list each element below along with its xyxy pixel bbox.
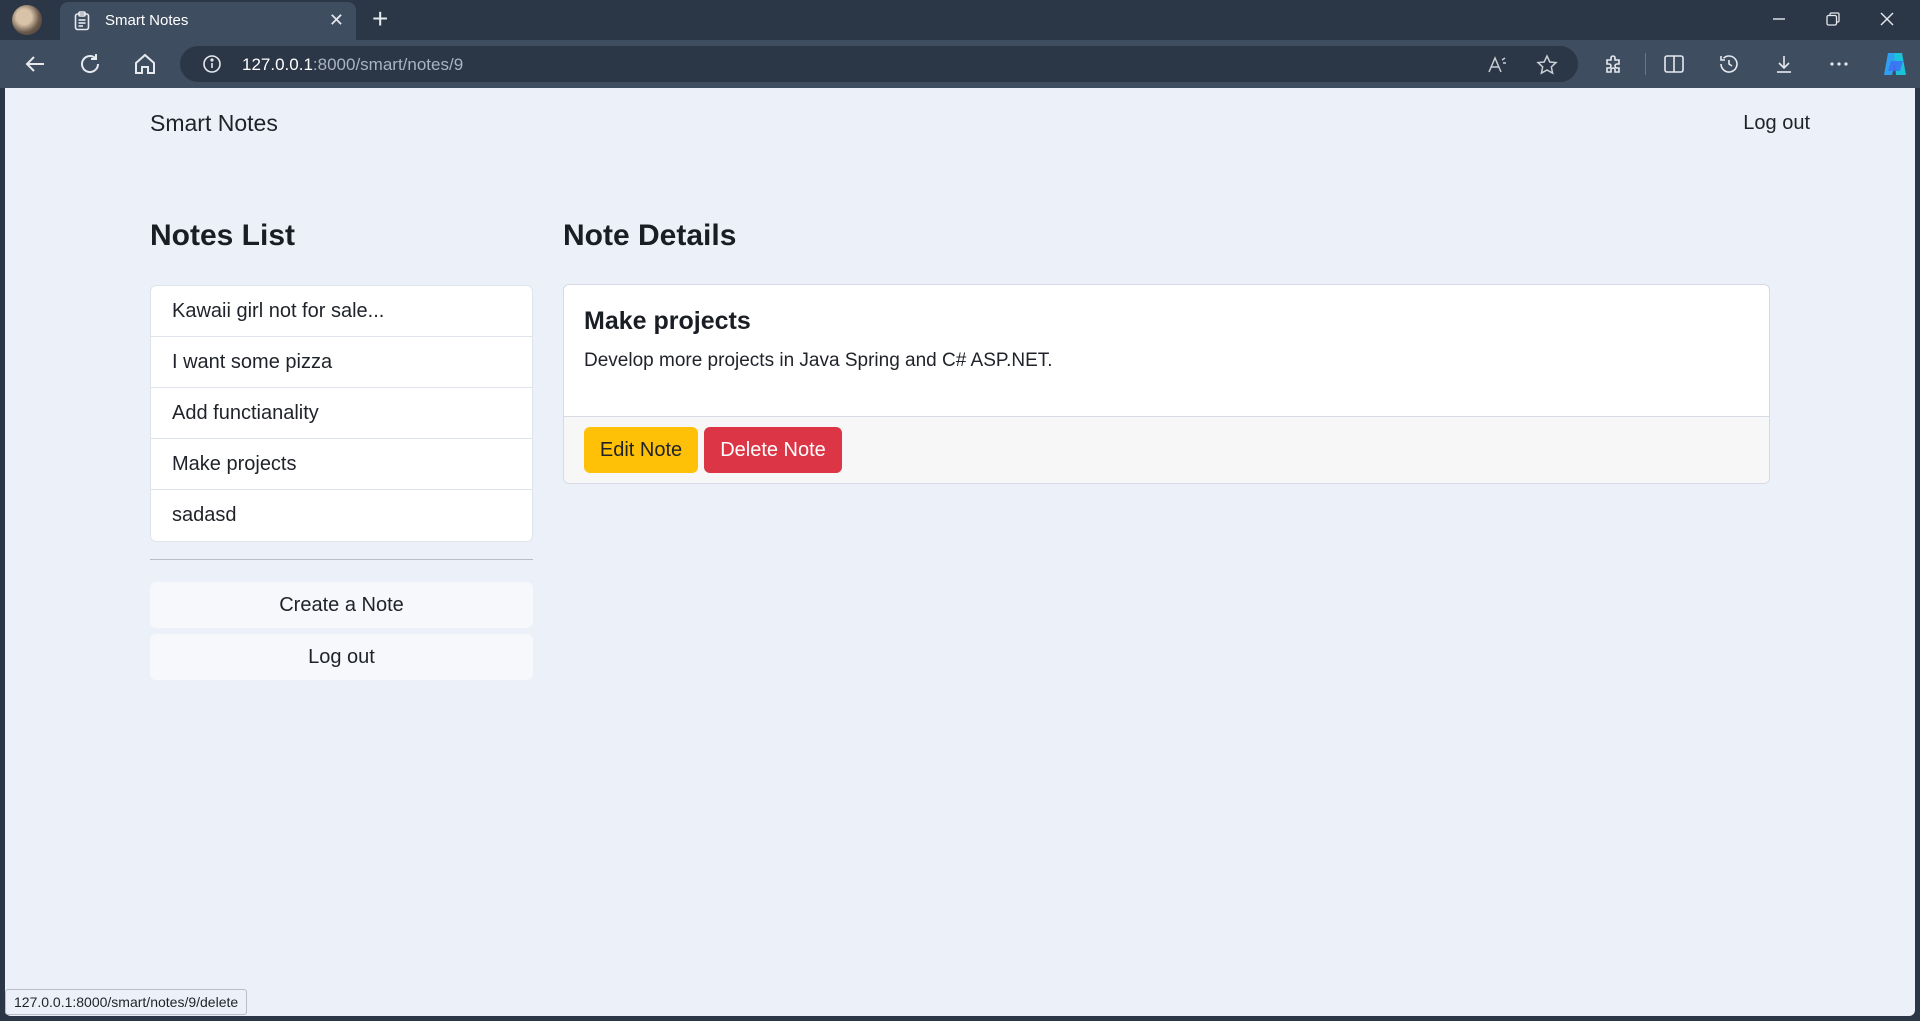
url-path: :8000/smart/notes/9 (312, 55, 464, 74)
sidebar-logout-button[interactable]: Log out (150, 634, 533, 680)
navbar-logout-link[interactable]: Log out (1743, 112, 1810, 135)
back-icon[interactable] (20, 49, 50, 79)
list-item[interactable]: sadasd (151, 490, 532, 541)
read-aloud-icon[interactable] (1486, 54, 1508, 76)
web-page: Smart Notes Log out Notes List Note Deta… (5, 88, 1915, 1016)
home-icon[interactable] (130, 49, 160, 79)
notes-icon (74, 11, 90, 31)
restore-icon[interactable] (1826, 12, 1840, 26)
address-bar[interactable]: 127.0.0.1:8000/smart/notes/9 (180, 46, 1578, 82)
notes-list: Kawaii girl not for sale... I want some … (150, 285, 533, 542)
note-card: Make projects Develop more projects in J… (563, 284, 1770, 484)
extensions-icon[interactable] (1602, 52, 1626, 76)
minimize-icon[interactable] (1772, 12, 1786, 26)
browser-tab[interactable]: Smart Notes ✕ (60, 2, 356, 40)
note-title: Make projects (584, 307, 751, 335)
more-icon[interactable] (1827, 52, 1851, 76)
url-host: 127.0.0.1 (242, 55, 313, 74)
tab-close-icon[interactable]: ✕ (329, 10, 344, 30)
create-note-button[interactable]: Create a Note (150, 582, 533, 628)
url-text[interactable]: 127.0.0.1:8000/smart/notes/9 (242, 55, 463, 75)
tab-title: Smart Notes (105, 12, 189, 29)
browser-toolbar: 127.0.0.1:8000/smart/notes/9 (0, 40, 1920, 88)
list-item[interactable]: I want some pizza (151, 337, 532, 388)
browser-titlebar: Smart Notes ✕ + (0, 0, 1920, 40)
note-details-heading: Note Details (563, 219, 737, 252)
close-window-icon[interactable] (1880, 12, 1894, 26)
reload-icon[interactable] (75, 49, 105, 79)
profile-avatar[interactable] (12, 5, 42, 35)
sidebar-divider (150, 559, 533, 560)
info-icon[interactable] (202, 54, 222, 74)
favorite-star-icon[interactable] (1536, 54, 1558, 76)
history-icon[interactable] (1717, 52, 1741, 76)
split-screen-icon[interactable] (1662, 52, 1686, 76)
download-icon[interactable] (1772, 52, 1796, 76)
copilot-icon[interactable] (1880, 49, 1910, 79)
list-item[interactable]: Kawaii girl not for sale... (151, 286, 532, 337)
note-body: Develop more projects in Java Spring and… (584, 350, 1053, 371)
notes-list-heading: Notes List (150, 219, 296, 252)
list-item[interactable]: Make projects (151, 439, 532, 490)
edit-note-button[interactable]: Edit Note (584, 427, 698, 473)
note-card-footer: Edit Note Delete Note (564, 416, 1769, 483)
list-item[interactable]: Add functianality (151, 388, 532, 439)
delete-note-button[interactable]: Delete Note (704, 427, 842, 473)
navbar-brand[interactable]: Smart Notes (150, 110, 278, 137)
toolbar-separator (1645, 53, 1646, 75)
status-bar-url: 127.0.0.1:8000/smart/notes/9/delete (5, 989, 248, 1015)
new-tab-button[interactable]: + (372, 4, 388, 34)
